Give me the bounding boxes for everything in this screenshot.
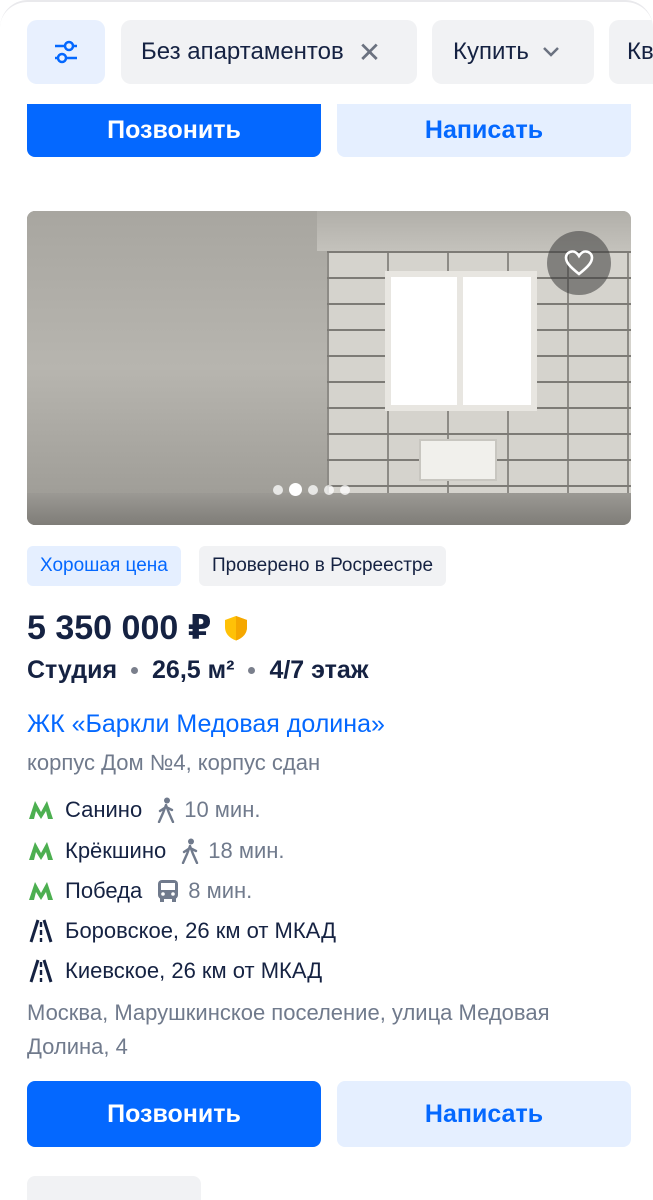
call-button-prev[interactable]: Позвонить xyxy=(27,104,321,157)
photo-floor xyxy=(27,493,631,525)
next-card-preview xyxy=(27,1176,201,1200)
road-icon xyxy=(27,959,55,983)
complex-link[interactable]: ЖК «Баркли Медовая долина» xyxy=(27,710,385,739)
heart-icon xyxy=(564,250,594,276)
rosreestr-label: Проверено в Росреестре xyxy=(212,555,434,576)
close-icon[interactable]: ✕ xyxy=(358,36,381,69)
bus-icon xyxy=(156,879,180,903)
photo-window xyxy=(385,271,537,411)
highway-row: Боровское, 26 км от МКАД xyxy=(27,915,336,947)
write-button-label: Написать xyxy=(424,1099,544,1128)
pagination-dot[interactable] xyxy=(324,484,334,495)
highway-text: Боровское, 26 км от МКАД xyxy=(65,918,336,943)
road-icon xyxy=(27,919,55,943)
price-value: 5 350 000 ₽ xyxy=(27,609,212,647)
sliders-icon xyxy=(55,40,77,64)
photo-wall xyxy=(27,211,327,525)
metro-row: Крёкшино 18 мин. xyxy=(27,835,285,867)
apartments-filter-chip[interactable]: Без апартаментов ✕ xyxy=(121,20,417,84)
dot-separator xyxy=(248,667,256,674)
metro-name: Санино xyxy=(65,797,143,822)
write-button-label: Написать xyxy=(424,116,544,144)
rooms-chip-label: Кв xyxy=(627,38,653,65)
pagination-dot-active[interactable] xyxy=(289,483,302,496)
highway-row: Киевское, 26 км от МКАД xyxy=(27,955,322,987)
metro-name: Победа xyxy=(65,878,143,903)
metro-icon xyxy=(27,841,55,861)
photo-pagination xyxy=(273,483,350,496)
call-button-label: Позвонить xyxy=(107,116,241,144)
call-button-label: Позвонить xyxy=(107,1099,241,1128)
pagination-dot[interactable] xyxy=(308,484,318,495)
deal-type-label: Купить xyxy=(453,38,529,65)
listing-photo[interactable] xyxy=(27,211,631,525)
metro-row: Победа 8 мин. xyxy=(27,875,252,907)
filters-button[interactable] xyxy=(27,20,105,84)
listing-params: Студия 26,5 м² 4/7 этаж xyxy=(27,656,369,685)
flat-type: Студия xyxy=(27,656,118,684)
photo-radiator xyxy=(419,439,497,481)
dot-separator xyxy=(131,667,139,674)
shield-icon xyxy=(225,616,248,641)
deal-type-dropdown[interactable]: Купить xyxy=(432,20,594,84)
rooms-filter-chip[interactable]: Кв xyxy=(609,20,653,84)
rosreestr-badge: Проверено в Росреестре xyxy=(199,546,447,586)
metro-icon xyxy=(27,881,55,901)
metro-time: 10 мин. xyxy=(184,797,261,822)
building-info: корпус Дом №4, корпус сдан xyxy=(27,750,321,775)
call-button[interactable]: Позвонить xyxy=(27,1081,321,1147)
metro-row: Санино 10 мин. xyxy=(27,794,260,826)
metro-time: 8 мин. xyxy=(188,878,253,903)
metro-time: 18 мин. xyxy=(208,838,285,863)
flat-floor: 4/7 этаж xyxy=(269,656,369,684)
address: Москва, Марушкинское поселение, улица Ме… xyxy=(27,1000,550,1059)
flat-area: 26,5 м² xyxy=(152,656,235,684)
apartments-chip-label: Без апартаментов xyxy=(141,38,344,65)
chevron-down-icon xyxy=(543,47,559,57)
favorite-button[interactable] xyxy=(547,231,611,295)
metro-icon xyxy=(27,800,55,820)
good-price-badge: Хорошая цена xyxy=(27,546,181,586)
write-button-prev[interactable]: Написать xyxy=(337,104,631,157)
walk-icon xyxy=(156,797,176,823)
pagination-dot[interactable] xyxy=(273,484,283,495)
highway-text: Киевское, 26 км от МКАД xyxy=(65,958,323,983)
filter-bar: Без апартаментов ✕ Купить Кв xyxy=(0,0,653,106)
price: 5 350 000 ₽ xyxy=(27,608,249,648)
metro-name: Крёкшино xyxy=(65,838,167,863)
walk-icon xyxy=(180,838,200,864)
good-price-label: Хорошая цена xyxy=(40,555,168,576)
pagination-dot[interactable] xyxy=(340,484,350,495)
write-button[interactable]: Написать xyxy=(337,1081,631,1147)
